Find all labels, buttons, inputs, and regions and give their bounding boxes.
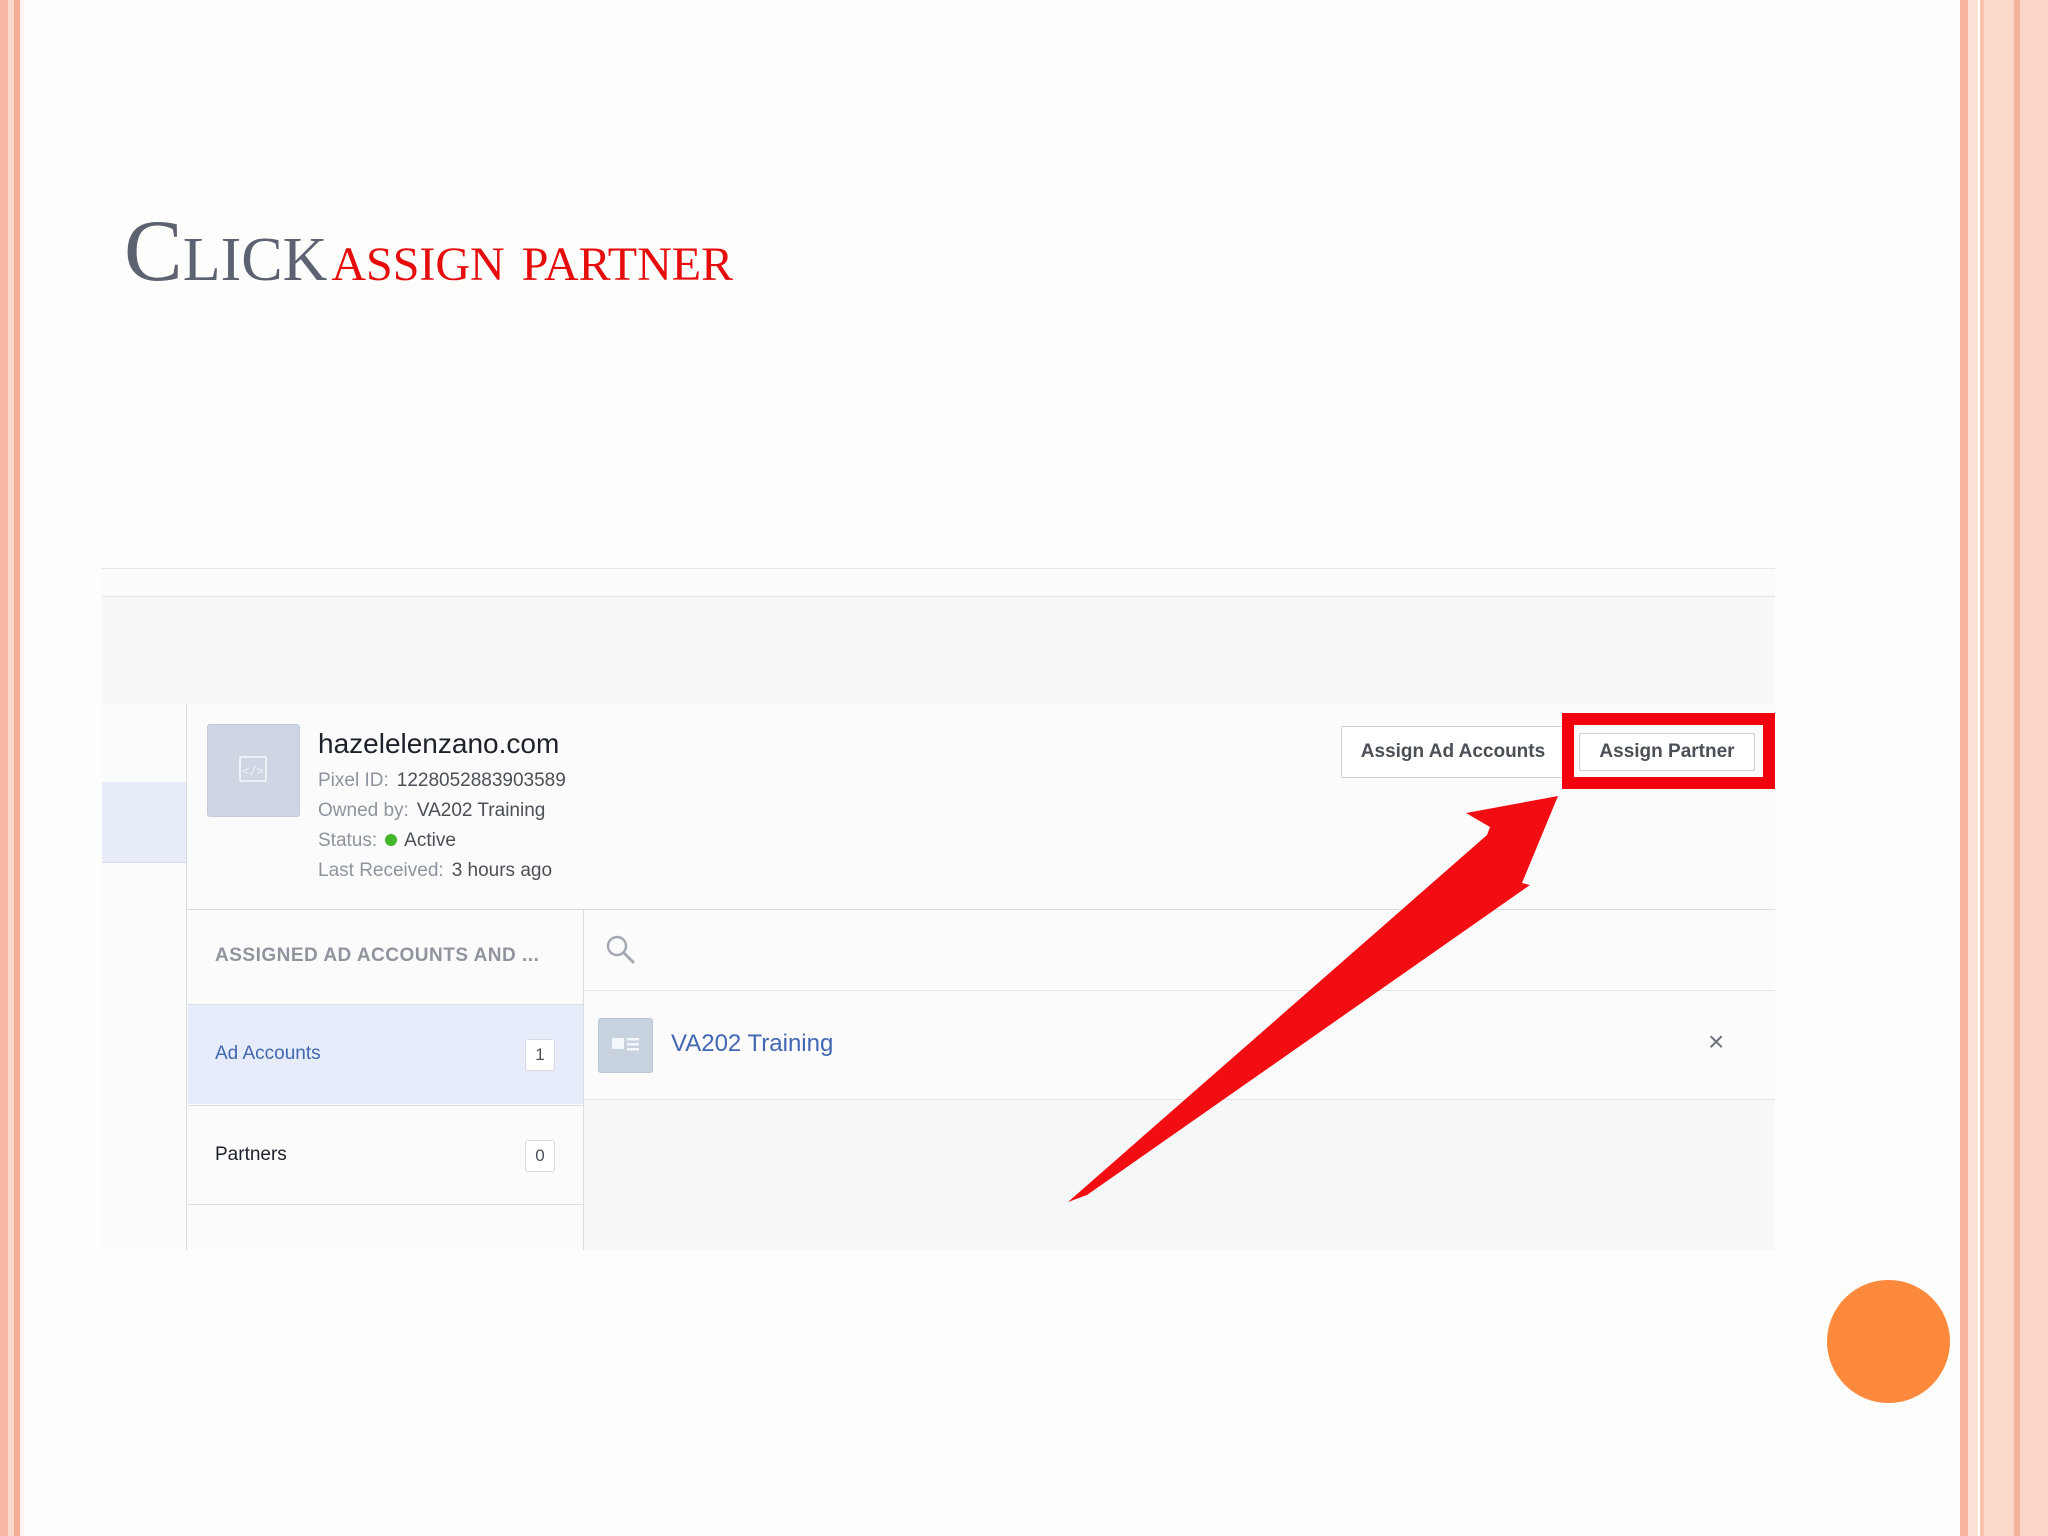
owned-by-value: VA202 Training [416, 800, 546, 821]
owned-by-row: Owned by: VA202 Training [318, 800, 545, 822]
side-item-count: 1 [525, 1039, 555, 1071]
pixel-id-row: Pixel ID: 1228052883903589 [318, 770, 566, 792]
pixel-id-label: Pixel ID: [318, 770, 389, 791]
slide-left-border [0, 0, 24, 1536]
side-panel-header: ASSIGNED AD ACCOUNTS AND ... [215, 945, 540, 966]
close-icon[interactable]: × [1708, 1028, 1724, 1056]
slide-title-accent: assign partner [331, 219, 734, 295]
side-item-count: 0 [525, 1140, 555, 1172]
slide-title-click: Click [124, 203, 328, 300]
slide-right-border [1954, 0, 2048, 1536]
top-divider [102, 568, 1775, 569]
search-icon[interactable] [604, 933, 636, 965]
status-active-dot [385, 834, 398, 846]
assign-ad-accounts-button[interactable]: Assign Ad Accounts [1341, 726, 1565, 778]
status-value: Active [404, 830, 456, 851]
status-row: Status: Active [318, 830, 456, 852]
side-item-label: Partners [215, 1144, 287, 1165]
pixel-code-icon: </> [207, 724, 300, 817]
status-label: Status: [318, 830, 378, 851]
last-received-label: Last Received: [318, 860, 444, 881]
decorative-orange-circle [1827, 1280, 1950, 1403]
side-item-ad-accounts[interactable]: Ad Accounts 1 [188, 1004, 583, 1104]
left-nav-selected-item[interactable] [102, 782, 186, 863]
top-toolbar [102, 596, 1775, 705]
pixel-id-value: 1228052883903589 [396, 770, 566, 791]
last-received-row: Last Received: 3 hours ago [318, 860, 552, 882]
search-bar[interactable] [584, 910, 1775, 991]
owned-by-label: Owned by: [318, 800, 409, 821]
slide-title: Click assign partner [124, 208, 733, 296]
side-item-partners[interactable]: Partners 0 [188, 1105, 583, 1205]
ad-account-icon [598, 1018, 653, 1073]
pixel-name: hazelelenzano.com [318, 728, 560, 759]
side-item-label: Ad Accounts [215, 1043, 321, 1064]
ad-account-name-link[interactable]: VA202 Training [671, 1030, 833, 1058]
last-received-value: 3 hours ago [451, 860, 553, 881]
assign-partner-highlight [1562, 713, 1775, 789]
